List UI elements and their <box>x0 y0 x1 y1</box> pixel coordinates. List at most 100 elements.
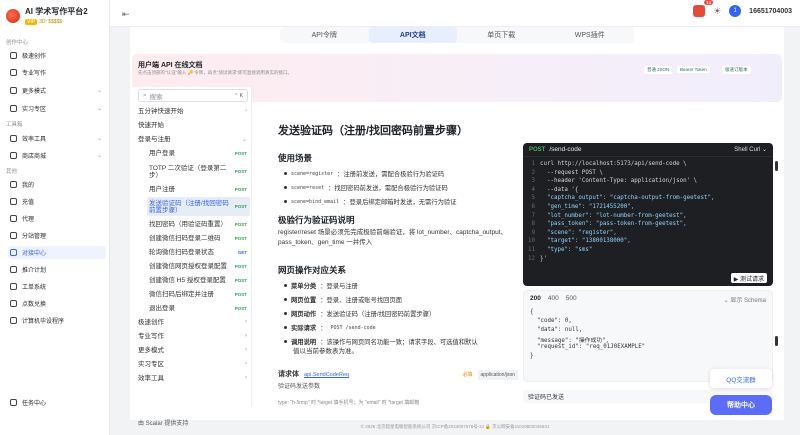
sidebar-item[interactable]: 计算机毕设程序 <box>8 314 106 327</box>
docs-nav-item[interactable]: 效率工具 › <box>138 372 250 384</box>
docs-nav-item[interactable]: 登录与注册 ⌄ <box>138 133 250 145</box>
docs-nav-item[interactable]: 退出登录 POST <box>147 302 250 314</box>
sidebar-item[interactable]: 极速创作 <box>8 49 106 62</box>
tab-api-docs[interactable]: API文档 <box>368 27 457 43</box>
docs-nav-item[interactable]: 五分钟快速开始 › <box>138 105 250 117</box>
tab-single-download[interactable]: 单页下载 <box>457 27 546 43</box>
sidebar-item-label: 分站管理 <box>22 234 47 240</box>
section-tools: 工具箱 <box>6 122 23 128</box>
search-shortcut: ⌃ K <box>234 92 243 99</box>
docs-scrollbar[interactable] <box>775 161 778 171</box>
brand[interactable]: AI 学术写作平台2 VIP 3D: $$$$$ <box>6 6 88 25</box>
menu-icon <box>10 152 17 159</box>
web-item: 调用说明 ：该操作与网页同名功能一致；请求字段、可选值和默认 <box>284 337 478 346</box>
tab-wps-plugin[interactable]: WPS插件 <box>546 27 635 43</box>
code-text: --request POST \ <box>540 169 603 176</box>
docs-nav-item[interactable]: 创建微信扫码登录二维码 POST <box>147 232 250 244</box>
code-text: --data '{ <box>540 186 579 193</box>
docs-nav-item[interactable]: 更多模式 › <box>138 344 250 356</box>
docs-nav-label: 轮询微信扫码登录状态 <box>149 248 214 256</box>
docs-nav-item[interactable]: 发送验证码（注册/找回密码前置步骤） POST <box>147 197 250 216</box>
code-line: 7 "lot_number": "lot-number-from-geetest… <box>527 213 687 219</box>
method-badge: POST <box>234 221 247 227</box>
method-badge: POST <box>234 235 247 241</box>
menu-icon <box>10 69 17 76</box>
help-center-button[interactable]: 帮助中心 <box>710 395 772 415</box>
line-number: 5 <box>531 195 536 202</box>
avatar[interactable]: 1 <box>729 5 742 17</box>
response-scrollbar[interactable] <box>775 336 778 346</box>
test-request-button[interactable]: ▶ 测试请求 <box>730 273 767 283</box>
docs-nav-item[interactable]: 轮询微信扫码登录状态 GET <box>147 246 250 258</box>
docs-nav-item[interactable]: 找回密码（用验证码重置） POST <box>147 218 250 230</box>
tab-api-token[interactable]: API令牌 <box>280 27 369 43</box>
docs-nav-item[interactable]: 专业写作 › <box>138 330 250 342</box>
docs-nav-label: 极速创作 <box>138 318 164 326</box>
tab-status-400[interactable]: 400 <box>548 295 559 302</box>
sidebar-item-bottom[interactable]: 任务中心 <box>8 396 106 409</box>
sidebar-item[interactable]: 商店商城 ⌄ <box>8 149 106 162</box>
language-select[interactable]: Shell Curl ⌄ <box>734 146 767 153</box>
body-required: 必填 <box>462 372 473 378</box>
collapse-sidebar-icon[interactable]: ⇤ <box>122 9 130 20</box>
sidebar-item[interactable]: 工单系统 <box>8 280 106 293</box>
tab-status-500[interactable]: 500 <box>566 295 577 302</box>
method-badge: POST <box>234 263 247 269</box>
docs-nav-item[interactable]: 极速创作 › <box>138 316 250 328</box>
geetest-title: 极验行为验证码说明 <box>278 215 355 225</box>
notification-count: 13 <box>704 0 714 5</box>
body-schema-link[interactable]: api.SendCodeReq <box>304 370 349 380</box>
sidebar-item[interactable]: 分站管理 <box>8 229 106 242</box>
sidebar-item[interactable]: 我的 <box>8 178 106 191</box>
docs-nav-item[interactable]: 实习专区 › <box>138 358 250 370</box>
docs-nav-item[interactable]: 微信扫码后绑定并注册 POST <box>147 288 250 300</box>
docs-nav: ⌕ 搜索 ⌃ K 五分钟快速开始 › 快速开始 登录与注册 ⌄ 用户登录 POST TOTP … <box>132 87 252 427</box>
sidebar-item[interactable]: 推介计划 <box>8 263 106 276</box>
docs-nav-item[interactable]: 创建微信 H5 授权登录配置 POST <box>147 274 250 286</box>
line-number: 7 <box>531 212 536 219</box>
sidebar-item[interactable]: 更多模式 ⌄ <box>8 84 106 97</box>
chevron-icon: › <box>245 375 247 381</box>
gift-icon[interactable]: 13 <box>693 0 714 17</box>
sidebar-item[interactable]: 代理 <box>8 212 106 225</box>
qq-group-button[interactable]: QQ交流群 <box>710 369 772 388</box>
tab-status-200[interactable]: 200 <box>530 295 541 302</box>
docs-nav-item[interactable]: 快速开始 <box>138 119 250 131</box>
sidebar-item-label: 工单系统 <box>22 285 47 291</box>
docs-nav-item[interactable]: 用户登录 POST <box>147 147 250 159</box>
docs-nav-item[interactable]: 用户注册 POST <box>147 183 250 195</box>
sidebar-item[interactable]: 专业写作 <box>8 66 106 79</box>
sidebar-item-label: 商店商城 <box>22 154 47 160</box>
docs-nav-label: 找回密码（用验证码重置） <box>149 220 227 228</box>
sidebar-item[interactable]: 充值 <box>8 195 106 208</box>
sidebar-item[interactable]: 实习专区 ⌄ <box>8 102 106 115</box>
footer: © 2025 北京超星电联智能系统公司 京ICP备2024007578号-2J … <box>360 424 550 429</box>
docs-nav-label: 创建微信扫码登录二维码 <box>149 234 221 242</box>
menu-icon <box>10 283 17 290</box>
menu-icon <box>10 317 17 324</box>
docs-nav-item[interactable]: 创建微信网页授权登录配置 POST <box>147 260 250 272</box>
user-name[interactable]: 16651704003 <box>749 8 792 15</box>
show-schema-toggle[interactable]: ⌄ 显示 Schema <box>724 295 766 304</box>
geetest-text: register/reset 场景必须先完成极验前端验证，将 lot_numbe… <box>278 229 508 246</box>
theme-toggle-icon[interactable]: ☀ <box>713 6 721 17</box>
web-item: 网页动作 ：发送验证码（注册/找回密码前置步骤） <box>284 309 435 318</box>
menu-icon <box>10 215 17 222</box>
docs-nav-label: 用户登录 <box>149 149 175 157</box>
code-line: 12}' <box>527 256 547 262</box>
top-bar: ⇤ 13 ☀ 1 16651704003 <box>110 0 800 27</box>
docs-nav-label: 发送验证码（注册/找回密码前置步骤） <box>149 199 229 214</box>
sidebar-item[interactable]: 对接中心 <box>8 246 106 259</box>
sidebar-item[interactable]: 效率工具 ⌄ <box>8 132 106 145</box>
docs-search-input[interactable]: ⌕ 搜索 ⌃ K <box>138 89 248 102</box>
sidebar-item-label: 对接中心 <box>22 251 47 257</box>
page-tabs: API令牌 API文档 单页下载 WPS插件 <box>280 27 634 43</box>
response-tabs: 200 400 500 <box>530 295 577 302</box>
sidebar-item[interactable]: 点数兑换 <box>8 297 106 310</box>
docs-nav-item[interactable]: TOTP 二次验证（登录第二步） POST <box>147 162 250 181</box>
code-line: 9 "scene": "register", <box>527 230 617 236</box>
sidebar: AI 学术写作平台2 VIP 3D: $$$$$ 创作中心 极速创作 专业写作 更多… <box>0 0 110 435</box>
sidebar-item-label: 充值 <box>22 200 35 206</box>
chevron-down-icon: ⌄ <box>96 88 102 94</box>
vip-info: VIP 3D: $$$$$ <box>25 19 88 25</box>
